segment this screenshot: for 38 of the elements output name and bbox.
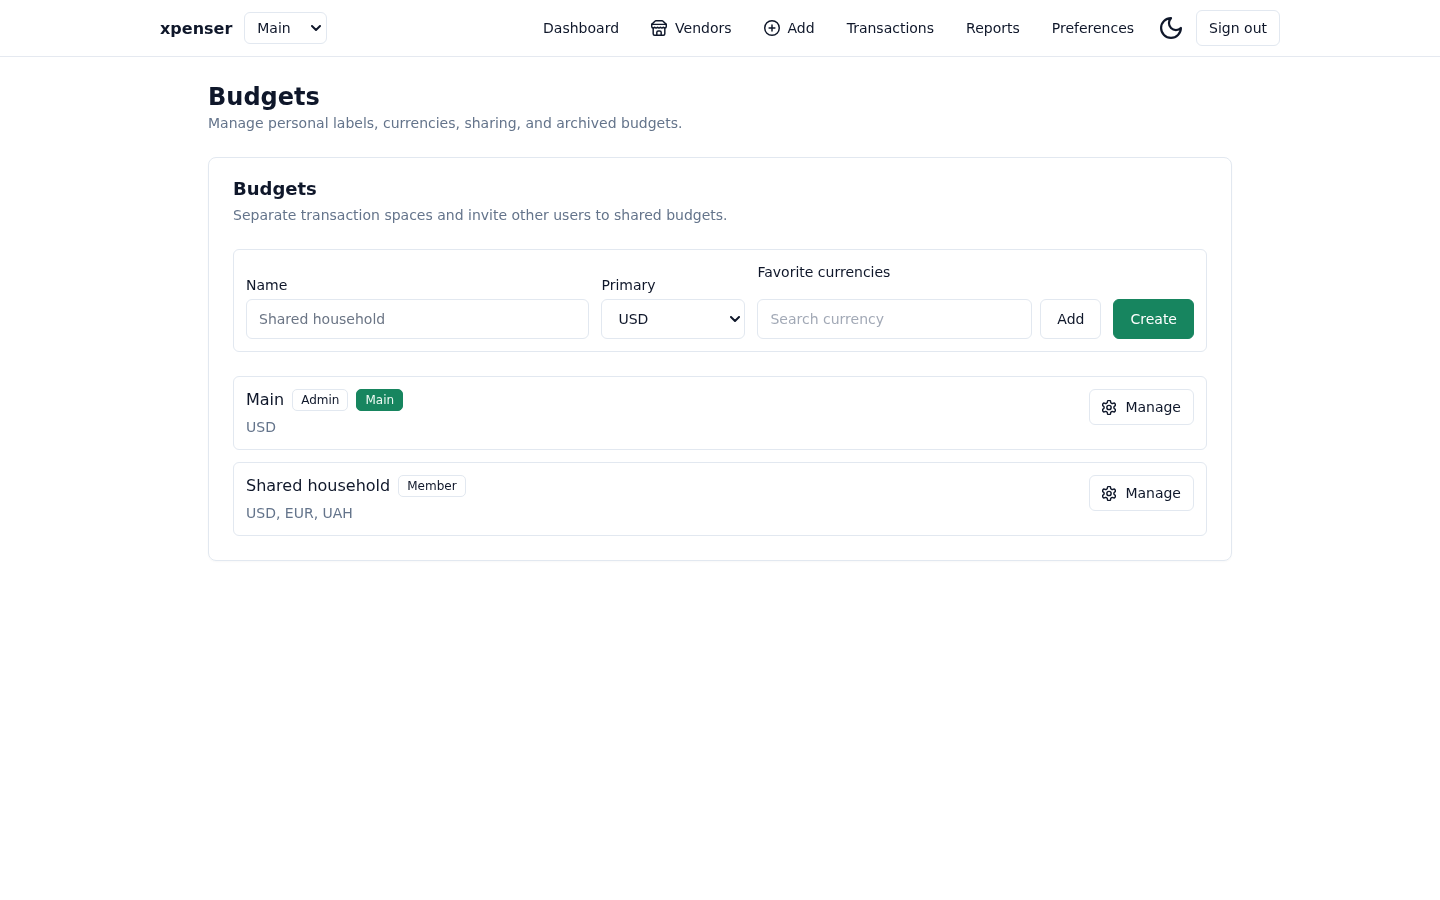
chevron-down-icon	[730, 316, 741, 322]
card-subtitle: Separate transaction spaces and invite other users to shared budgets.	[233, 206, 729, 225]
chevron-down-icon	[311, 25, 322, 31]
budget-name: Shared household	[246, 475, 391, 497]
manage-button[interactable]: Manage	[1089, 389, 1194, 425]
theme-toggle-button[interactable]	[1160, 17, 1183, 39]
budget-name: Main	[246, 389, 285, 411]
nav-link[interactable]: Vendors	[651, 20, 732, 36]
card-title: Budgets	[233, 177, 318, 201]
budget-badge: Admin	[292, 389, 349, 411]
moon-icon	[1160, 17, 1183, 39]
nav-link[interactable]: Dashboard	[543, 20, 620, 36]
field-label: Favorite currencies	[757, 263, 892, 282]
gear-icon	[1102, 485, 1117, 501]
field-label: Name	[246, 276, 289, 295]
currency-select[interactable]: USD	[601, 299, 746, 339]
gear-icon	[1102, 399, 1117, 415]
nav-link[interactable]: Preferences	[1051, 20, 1135, 36]
nav-link[interactable]: Add	[763, 20, 815, 36]
currency-search-input[interactable]: Search currency	[757, 299, 1033, 339]
nav-link[interactable]: Transactions	[846, 20, 935, 36]
store-icon	[651, 20, 668, 36]
add-currency-button[interactable]: Add	[1040, 299, 1102, 339]
field-label: Primary	[601, 276, 657, 295]
budget-badge: Member	[398, 475, 466, 497]
name-input[interactable]: Shared household	[246, 299, 590, 339]
budget-select[interactable]: Main	[244, 12, 328, 44]
budget-badge: Main	[356, 389, 404, 411]
create-button[interactable]: Create	[1113, 299, 1194, 339]
page-subtitle: Manage personal labels, currencies, sharing, and archived budgets.	[208, 114, 684, 133]
budget-currencies: USD	[246, 418, 277, 437]
plus-circle-icon	[763, 20, 780, 36]
brand-name: xpenser	[160, 18, 233, 38]
manage-button[interactable]: Manage	[1089, 475, 1194, 511]
nav-link[interactable]: Reports	[966, 20, 1020, 36]
budget-currencies: USD, EUR, UAH	[246, 504, 354, 523]
sign-out-button[interactable]: Sign out	[1196, 10, 1280, 46]
page-title: Budgets	[208, 82, 321, 113]
